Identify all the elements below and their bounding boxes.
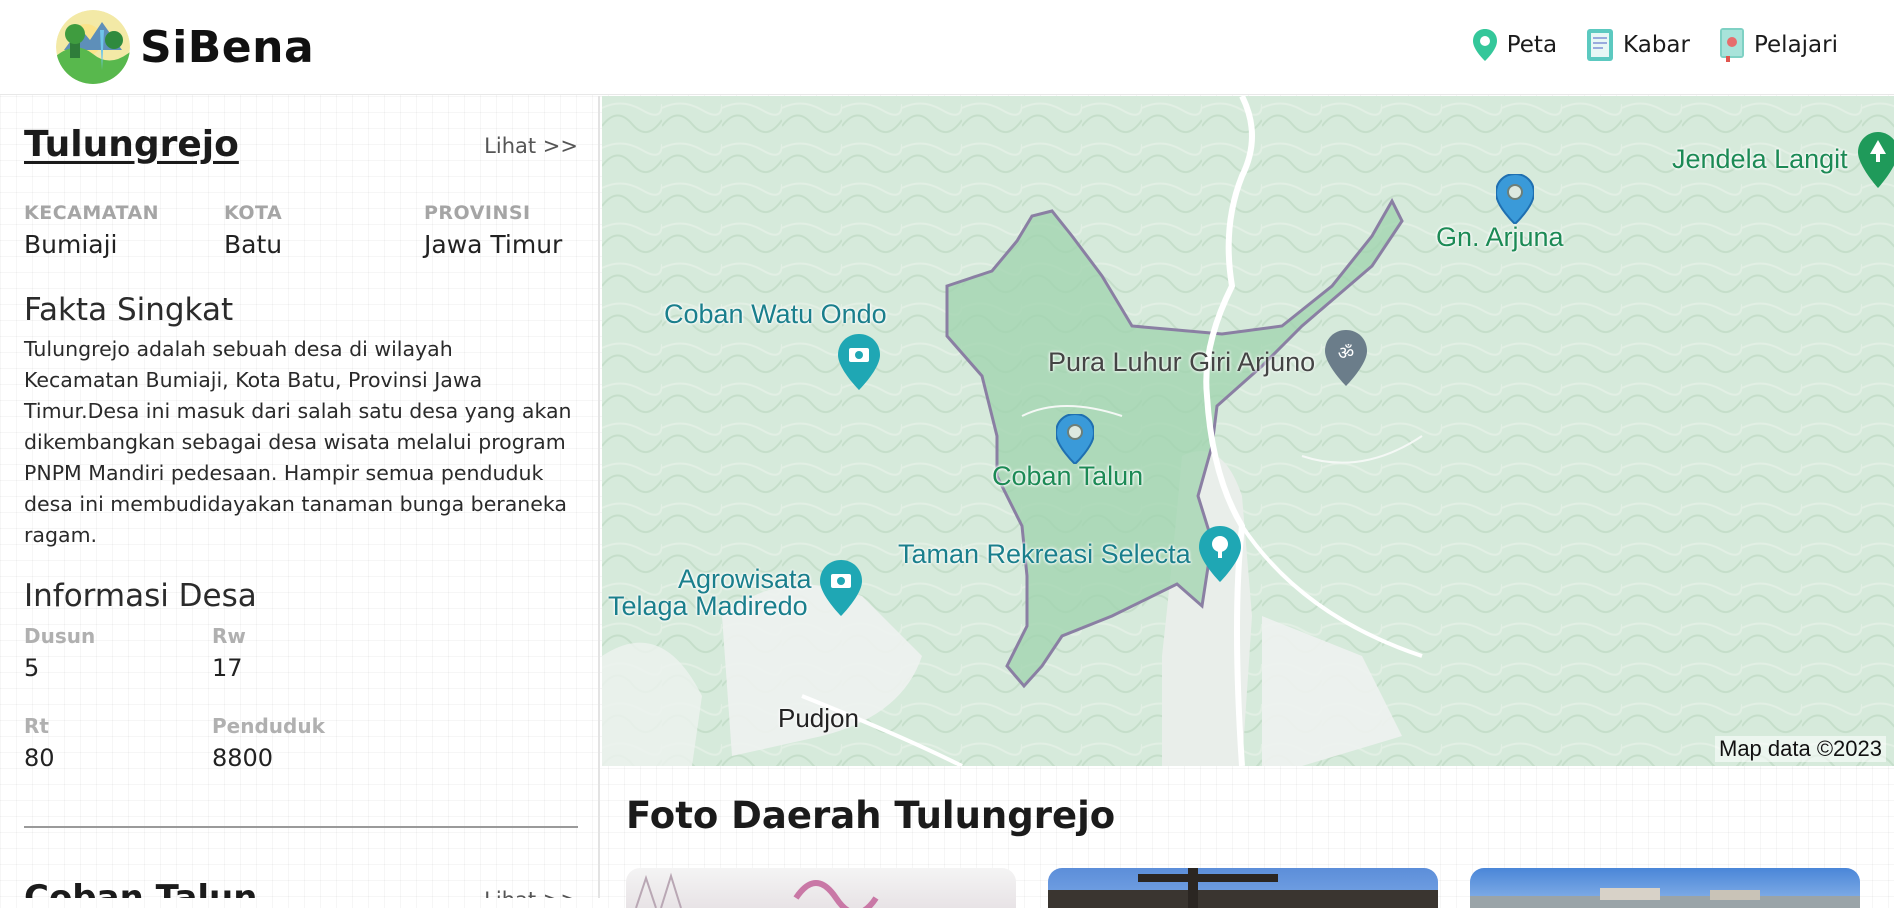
map-pin-icon: [1472, 29, 1497, 61]
photo-thumbnail[interactable]: [1470, 868, 1860, 908]
map-label-watu-ondo[interactable]: Coban Watu Ondo: [664, 299, 887, 330]
admin-info: KECAMATAN Bumiaji KOTA Batu PROVINSI Jaw…: [24, 202, 578, 262]
nav-label-kabar: Kabar: [1623, 32, 1690, 58]
nav-label-peta: Peta: [1506, 32, 1558, 58]
rt-value: 80: [24, 744, 55, 772]
rt-field: Rt 80: [24, 714, 55, 772]
nav-item-kabar[interactable]: Kabar: [1587, 28, 1690, 62]
fakta-text: Tulungrejo adalah sebuah desa di wilayah…: [24, 337, 572, 547]
map-label-jendela[interactable]: Jendela Langit: [1672, 144, 1848, 175]
nav-item-peta[interactable]: Peta: [1472, 28, 1558, 62]
kota-field: KOTA Batu: [224, 202, 282, 259]
nav-label-pelajari: Pelajari: [1753, 32, 1838, 58]
map-label-agro-line2[interactable]: Telaga Madiredo: [608, 591, 808, 622]
provinsi-field: PROVINSI Jawa Timur: [424, 202, 562, 259]
next-place-title[interactable]: Coban Talun: [24, 878, 257, 898]
village-title[interactable]: Tulungrejo: [24, 124, 239, 165]
map-attribution: Map data ©2023: [1715, 736, 1886, 762]
map-label-pujon[interactable]: Pudjon: [778, 703, 859, 734]
map-label-pura[interactable]: Pura Luhur Giri Arjuno: [1048, 347, 1315, 378]
village-header: Tulungrejo Lihat >>: [24, 124, 578, 168]
map-label-arjuna[interactable]: Gn. Arjuna: [1436, 222, 1564, 253]
kecamatan-value: Bumiaji: [24, 230, 118, 259]
svg-text:ॐ: ॐ: [1338, 343, 1354, 364]
rw-field: Rw 17: [212, 624, 246, 682]
map-label-coban-talun[interactable]: Coban Talun: [992, 461, 1143, 492]
penduduk-field: Penduduk 8800: [212, 714, 325, 772]
photo-thumbnail[interactable]: [1048, 868, 1438, 908]
dusun-label: Dusun: [24, 624, 96, 648]
info-title: Informasi Desa: [24, 578, 257, 614]
rw-value: 17: [212, 654, 243, 682]
logo-icon: [56, 10, 130, 84]
map-label-selecta[interactable]: Taman Rekreasi Selecta: [898, 539, 1191, 570]
provinsi-value: Jawa Timur: [424, 230, 563, 259]
map-view[interactable]: ॐ Jendela Langit Gn. Arjuna Coban Watu O…: [602, 96, 1894, 766]
penduduk-value: 8800: [212, 744, 274, 772]
fakta-title: Fakta Singkat: [24, 292, 234, 328]
navbar: SiBena Peta Kabar Pelajari: [0, 0, 1894, 95]
village-sidebar: Tulungrejo Lihat >> KECAMATAN Bumiaji KO…: [0, 96, 600, 898]
see-more-link[interactable]: Lihat >>: [484, 134, 578, 158]
dusun-value: 5: [24, 654, 40, 682]
penduduk-label: Penduduk: [212, 714, 325, 738]
app-name: SiBena: [140, 21, 315, 73]
nav-item-pelajari[interactable]: Pelajari: [1719, 28, 1838, 62]
rw-label: Rw: [212, 624, 246, 648]
book-icon: [1719, 28, 1744, 62]
provinsi-label: PROVINSI: [424, 202, 531, 224]
photo-thumbnail[interactable]: [626, 868, 1016, 908]
photos-title: Foto Daerah Tulungrejo: [626, 794, 1116, 837]
nav-menu: Peta Kabar Pelajari: [1472, 28, 1838, 62]
kecamatan-field: KECAMATAN Bumiaji: [24, 202, 159, 259]
newspaper-icon: [1587, 29, 1614, 61]
dusun-field: Dusun 5: [24, 624, 95, 682]
kecamatan-label: KECAMATAN: [24, 202, 160, 224]
rt-label: Rt: [24, 714, 49, 738]
kota-value: Batu: [224, 230, 283, 259]
kota-label: KOTA: [224, 202, 283, 224]
divider: [24, 826, 578, 828]
brand[interactable]: SiBena: [56, 10, 314, 84]
map-terrain: [602, 96, 1894, 766]
next-see-more-link[interactable]: Lihat >>: [484, 888, 578, 898]
